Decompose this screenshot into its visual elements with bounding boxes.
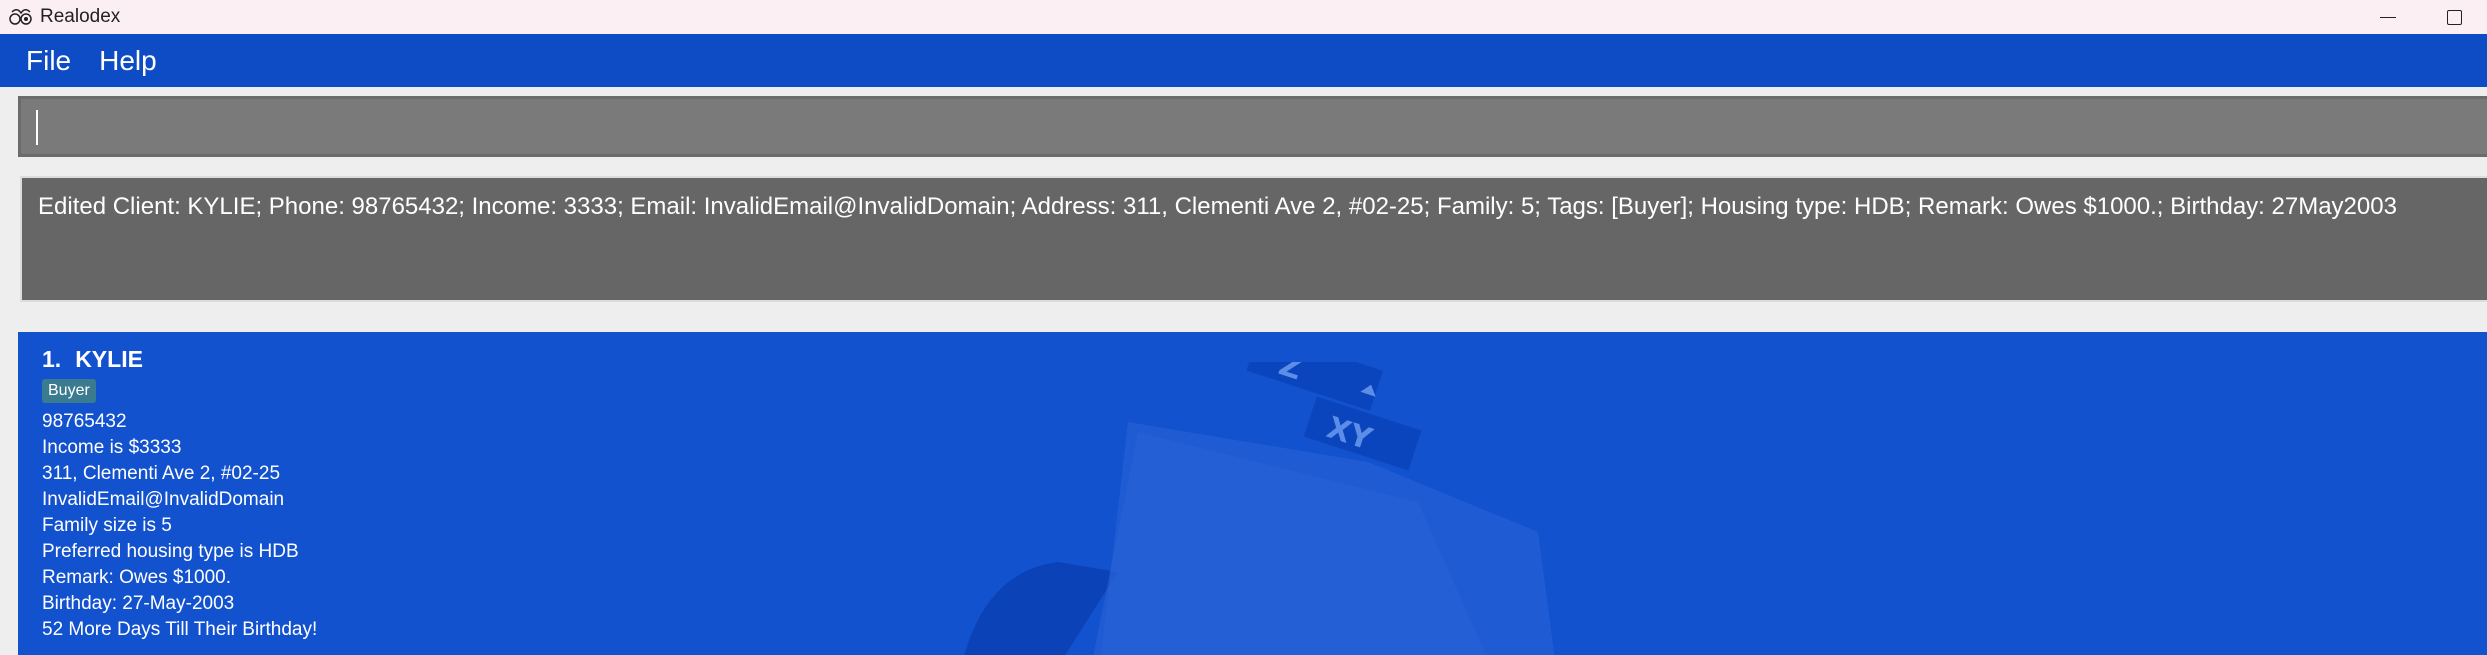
minimize-icon [2380,16,2396,18]
client-name: KYLIE [75,346,143,372]
menu-file[interactable]: File [12,34,85,87]
menu-bar: File Help [0,34,2487,87]
title-bar: Realodex [0,0,2487,34]
command-input[interactable] [21,99,2487,154]
client-tag: Buyer [42,379,96,403]
maximize-icon [2446,9,2462,25]
realodex-app-icon [9,9,32,25]
window-controls [2355,0,2487,34]
result-display: Edited Client: KYLIE; Phone: 98765432; I… [20,176,2487,302]
rolodex-watermark-icon: Z XY [964,362,1555,655]
client-birthday-countdown: 52 More Days Till Their Birthday! [42,619,318,640]
client-housing: Preferred housing type is HDB [42,541,299,562]
minimize-button[interactable] [2355,0,2421,34]
client-card-header: 1. KYLIE [42,346,317,373]
client-email: InvalidEmail@InvalidDomain [42,489,285,510]
client-phone: 98765432 [42,411,127,432]
client-birthday: Birthday: 27-May-2003 [42,593,235,614]
client-card[interactable]: 1. KYLIE Buyer 98765432 Income is $3333 … [42,346,317,643]
client-income: Income is $3333 [42,437,182,458]
menu-help[interactable]: Help [85,34,171,87]
client-address: 311, Clementi Ave 2, #02-25 [42,463,281,484]
window-title: Realodex [40,6,121,27]
client-index: 1. [42,346,62,372]
text-caret [36,110,38,145]
maximize-button[interactable] [2421,0,2487,34]
command-box [18,96,2487,157]
client-list-panel[interactable]: Z XY 1. KYLIE Buyer 98765432 Income is $… [18,332,2487,655]
client-family: Family size is 5 [42,515,172,536]
client-remark: Remark: Owes $1000. [42,567,232,588]
